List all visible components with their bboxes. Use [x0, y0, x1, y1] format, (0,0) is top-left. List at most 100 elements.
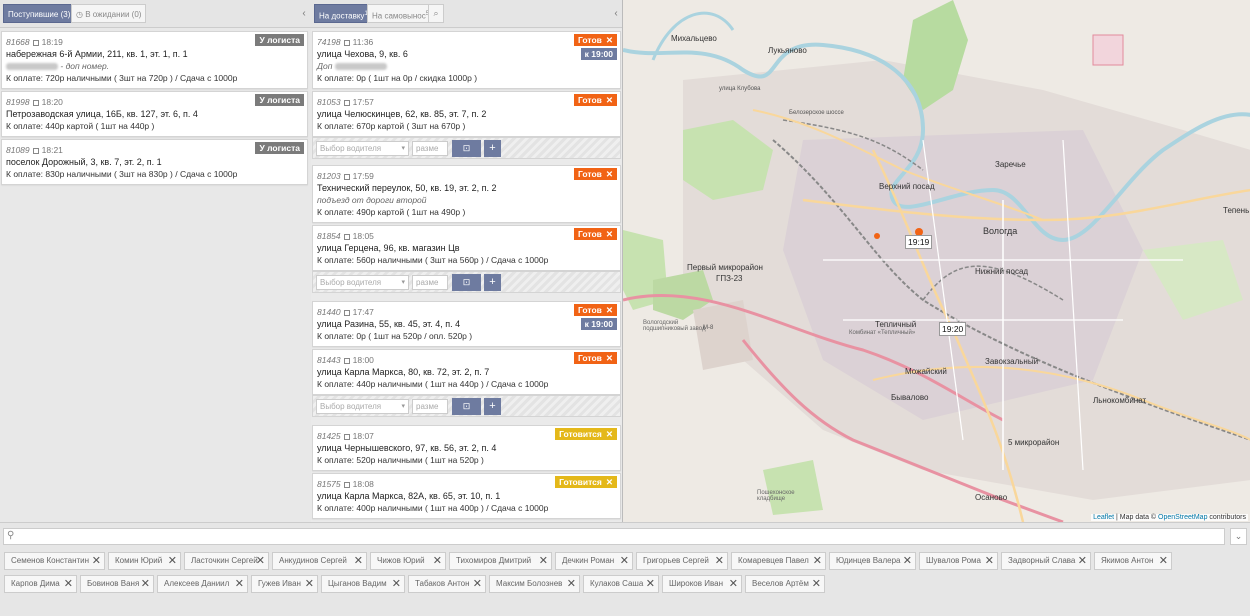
incoming-tabbar: Поступившие (3) ◷ В ожидании (0) ‹ — [0, 0, 312, 28]
driver-chip[interactable]: Максим Болознев ✕ — [489, 575, 580, 593]
close-icon[interactable]: ✕ — [92, 553, 101, 569]
order-card[interactable]: 81443 18:00 Готов ✕ улица Карла Маркса, 80… — [312, 349, 621, 395]
route-button[interactable]: ⊡ — [452, 274, 481, 291]
status-badge[interactable]: Готов ✕ — [574, 228, 617, 240]
order-card[interactable]: 81575 18:08 Готовится ✕ улица Карла Маркса… — [312, 473, 621, 519]
close-icon[interactable]: ✕ — [539, 553, 548, 569]
close-icon[interactable]: ✕ — [606, 229, 613, 239]
close-icon[interactable]: ✕ — [168, 553, 177, 569]
map-view[interactable]: Михальцево Лукьяново Заречье Верхний пос… — [622, 0, 1250, 522]
order-payment: К оплате: 440р картой ( 1шт на 440р ) — [6, 121, 155, 131]
close-icon[interactable]: ✕ — [473, 576, 482, 592]
driver-chip[interactable]: Дечкин Роман ✕ — [555, 552, 633, 570]
order-card[interactable]: 81089 18:21 У логиста поселок Дорожный, 3… — [1, 139, 308, 185]
order-card[interactable]: 81668 18:19 У логиста набережная 6-й Арми… — [1, 31, 308, 89]
size-input[interactable]: разме — [412, 399, 448, 414]
close-icon[interactable]: ✕ — [1159, 553, 1168, 569]
status-badge[interactable]: Готов ✕ — [574, 352, 617, 364]
driver-chip[interactable]: Веселов Артём ✕ — [745, 575, 825, 593]
close-icon[interactable]: ✕ — [812, 576, 821, 592]
collapse-mid-icon[interactable]: ‹ — [611, 5, 621, 23]
driver-chip[interactable]: Бовинов Ваня ✕ — [80, 575, 154, 593]
order-card[interactable]: 81425 18:07 Готовится ✕ улица Чернышевског… — [312, 425, 621, 471]
status-badge[interactable]: Готов ✕ — [574, 94, 617, 106]
close-icon[interactable]: ✕ — [985, 553, 994, 569]
driver-chip[interactable]: Чижов Юрий ✕ — [370, 552, 446, 570]
collapse-left-icon[interactable]: ‹ — [299, 5, 309, 23]
driver-chip[interactable]: Комаревцев Павел ✕ — [731, 552, 826, 570]
close-icon[interactable]: ✕ — [392, 576, 401, 592]
close-icon[interactable]: ✕ — [606, 429, 613, 439]
driver-chip[interactable]: Семенов Константин ✕ — [4, 552, 105, 570]
driver-chip[interactable]: Задворный Слава ✕ — [1001, 552, 1091, 570]
status-badge[interactable]: Готов ✕ — [574, 34, 617, 46]
eta-marker[interactable]: 19:19 — [905, 235, 933, 249]
driver-chip[interactable]: Табаков Антон ✕ — [408, 575, 486, 593]
status-badge[interactable]: Готов ✕ — [574, 304, 617, 316]
add-button[interactable]: + — [484, 398, 501, 415]
add-button[interactable]: + — [484, 274, 501, 291]
driver-chip[interactable]: Юдинцев Валера ✕ — [829, 552, 916, 570]
driver-select[interactable]: Выбор водителя ▾ — [316, 399, 409, 414]
close-icon[interactable]: ✕ — [606, 353, 613, 363]
driver-search-input[interactable]: ⚲ — [3, 528, 1225, 545]
status-badge[interactable]: Готовится ✕ — [555, 428, 617, 440]
add-button[interactable]: + — [484, 140, 501, 157]
size-input[interactable]: разме — [412, 275, 448, 290]
close-icon[interactable]: ✕ — [354, 553, 363, 569]
close-icon[interactable]: ✕ — [606, 477, 613, 487]
driver-chip[interactable]: Ласточкин Сергей ✕ — [184, 552, 269, 570]
driver-chip[interactable]: Карпов Дима ✕ — [4, 575, 77, 593]
driver-chip[interactable]: Гужев Иван ✕ — [251, 575, 318, 593]
close-icon[interactable]: ✕ — [1078, 553, 1087, 569]
status-badge[interactable]: Готов ✕ — [574, 168, 617, 180]
driver-chip[interactable]: Широков Иван ✕ — [662, 575, 742, 593]
route-button[interactable]: ⊡ — [452, 140, 481, 157]
order-card[interactable]: 81053 17:57 Готов ✕ улица Челюскинцев, 62,… — [312, 91, 621, 137]
tab-incoming[interactable]: Поступившие (3) — [3, 4, 76, 23]
close-icon[interactable]: ✕ — [620, 553, 629, 569]
driver-chip[interactable]: Комин Юрий ✕ — [108, 552, 181, 570]
driver-chip[interactable]: Якимов Антон ✕ — [1094, 552, 1172, 570]
driver-chip[interactable]: Григорьев Сергей ✕ — [636, 552, 728, 570]
close-icon[interactable]: ✕ — [141, 576, 150, 592]
close-icon[interactable]: ✕ — [64, 576, 73, 592]
driver-select[interactable]: Выбор водителя ▾ — [316, 141, 409, 156]
close-icon[interactable]: ✕ — [729, 576, 738, 592]
driver-chip[interactable]: Алексеев Даниил ✕ — [157, 575, 248, 593]
order-card[interactable]: 81203 17:59 Готов ✕ Технический переулок, … — [312, 165, 621, 223]
order-card[interactable]: 81998 18:20 У логиста Петрозаводская улиц… — [1, 91, 308, 137]
driver-chip[interactable]: Кулаков Саша ✕ — [583, 575, 659, 593]
order-card[interactable]: 81440 17:47 Готов ✕ к 19:00 улица Разина, … — [312, 301, 621, 347]
chevron-down-icon[interactable]: ⌄ — [1230, 528, 1247, 545]
close-icon[interactable]: ✕ — [606, 95, 613, 105]
close-icon[interactable]: ✕ — [646, 576, 655, 592]
driver-select[interactable]: Выбор водителя ▾ — [316, 275, 409, 290]
close-icon[interactable]: ✕ — [606, 169, 613, 179]
close-icon[interactable]: ✕ — [235, 576, 244, 592]
close-icon[interactable]: ✕ — [903, 553, 912, 569]
eta-marker[interactable]: 19:20 — [939, 322, 967, 336]
tab-pickup[interactable]: На самовынос5 — [367, 4, 435, 23]
driver-chip[interactable]: Шувалов Рома ✕ — [919, 552, 998, 570]
close-icon[interactable]: ✕ — [606, 35, 613, 45]
order-card[interactable]: 81854 18:05 Готов ✕ улица Герцена, 96, кв.… — [312, 225, 621, 271]
tab-waiting[interactable]: ◷ В ожидании (0) — [71, 4, 147, 23]
size-input[interactable]: разме — [412, 141, 448, 156]
order-card[interactable]: 74198 11:36 Готов ✕ к 19:00 улица Чехова, … — [312, 31, 621, 89]
close-icon[interactable]: ✕ — [606, 305, 613, 315]
close-icon[interactable]: ✕ — [813, 553, 822, 569]
close-icon[interactable]: ✕ — [433, 553, 442, 569]
leaflet-link[interactable]: Leaflet — [1093, 514, 1114, 521]
close-icon[interactable]: ✕ — [567, 576, 576, 592]
status-badge[interactable]: Готовится ✕ — [555, 476, 617, 488]
route-button[interactable]: ⊡ — [452, 398, 481, 415]
close-icon[interactable]: ✕ — [715, 553, 724, 569]
osm-link[interactable]: OpenStreetMap — [1158, 514, 1207, 521]
close-icon[interactable]: ✕ — [305, 576, 314, 592]
close-icon[interactable]: ✕ — [256, 553, 265, 569]
driver-chip[interactable]: Тихомиров Дмитрий ✕ — [449, 552, 552, 570]
driver-chip[interactable]: Анкудинов Сергей ✕ — [272, 552, 367, 570]
search-icon[interactable]: ⌕ — [428, 4, 444, 23]
driver-chip[interactable]: Цыганов Вадим ✕ — [321, 575, 405, 593]
